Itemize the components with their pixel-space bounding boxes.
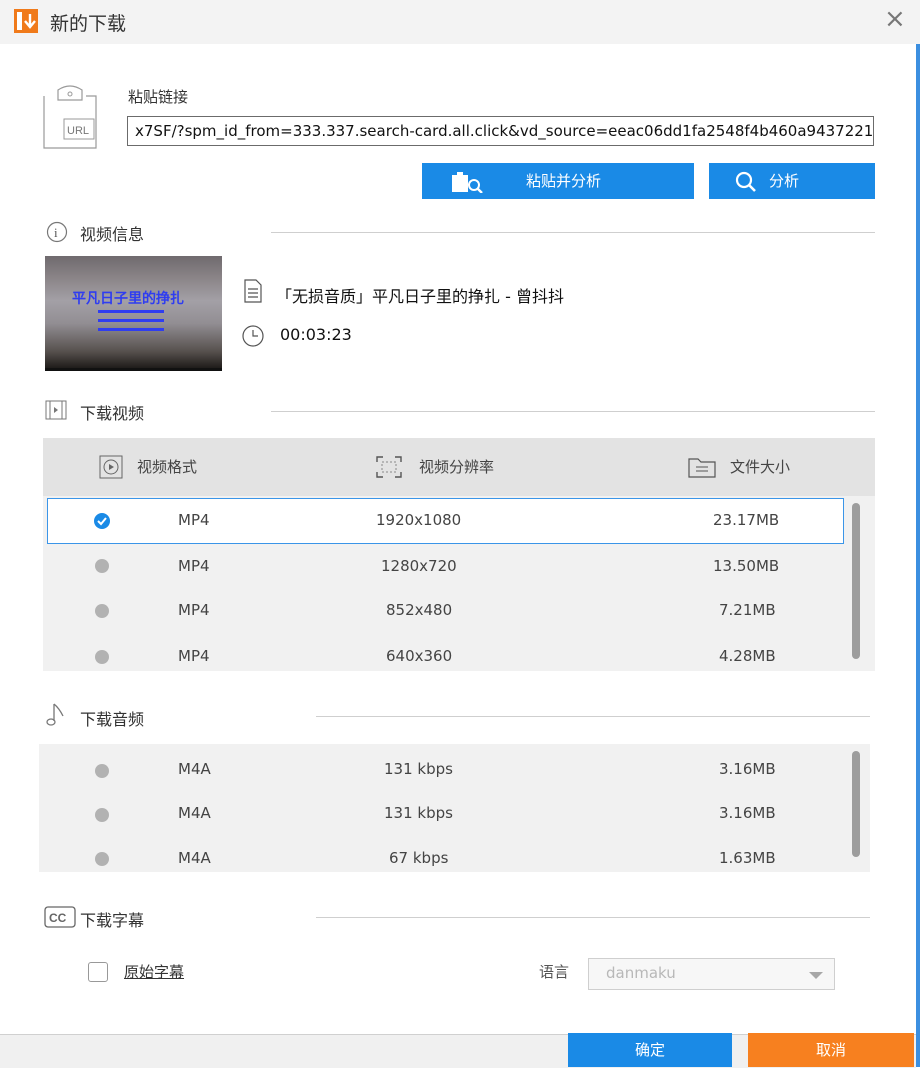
row-bitrate: 67 kbps [389,849,449,867]
confirm-button[interactable]: 确定 [568,1033,732,1067]
row-format: MP4 [178,601,210,619]
row-resolution: 852x480 [386,601,453,619]
original-subtitle-checkbox[interactable] [88,962,108,982]
url-document-icon: URL [42,84,102,154]
selected-check-icon[interactable] [94,513,110,529]
svg-text:i: i [54,225,58,240]
download-subtitles-title: 下载字幕 [80,911,145,930]
app-logo-icon [14,9,38,33]
language-label: 语言 [539,963,570,981]
radio-dot[interactable] [95,604,109,618]
close-button[interactable]: × [884,6,906,32]
language-select[interactable]: danmaku [588,958,835,990]
row-size: 13.50MB [713,557,780,575]
chevron-down-icon [809,972,823,979]
radio-dot[interactable] [95,559,109,573]
info-icon: i [46,221,68,247]
resolution-icon [376,456,402,482]
divider [271,232,875,233]
url-input[interactable]: x7SF/?spm_id_from=333.337.search-card.al… [127,116,874,146]
language-value: danmaku [606,964,676,982]
row-bitrate: 131 kbps [384,804,453,822]
title-bar [0,0,920,44]
row-format: M4A [178,760,211,778]
row-size: 1.63MB [719,849,776,867]
radio-dot[interactable] [95,808,109,822]
radio-dot[interactable] [95,764,109,778]
radio-dot[interactable] [95,650,109,664]
paste-link-label: 粘贴链接 [128,88,189,106]
row-size: 3.16MB [719,760,776,778]
header-format: 视频格式 [137,458,198,476]
row-resolution: 640x360 [386,647,453,665]
video-scrollbar[interactable] [852,503,860,659]
svg-text:CC: CC [49,911,67,925]
original-subtitle-label[interactable]: 原始字幕 [124,961,184,982]
cc-icon: CC [44,906,76,932]
download-video-title: 下载视频 [80,404,145,423]
header-size: 文件大小 [730,458,791,476]
svg-text:URL: URL [67,125,89,137]
audio-scrollbar[interactable] [852,751,860,857]
paste-analyze-label: 粘贴并分析 [526,172,602,190]
video-info-title: 视频信息 [80,225,145,244]
row-format: M4A [178,804,211,822]
music-note-icon [45,702,67,732]
folder-icon [688,456,716,482]
video-film-icon [45,399,67,425]
download-audio-title: 下载音频 [80,710,145,729]
thumbnail-credits [98,308,178,337]
video-duration: 00:03:23 [280,325,352,344]
thumbnail-title: 平凡日子里的挣扎 [72,291,184,307]
video-title: 「无损音质」平凡日子里的挣扎 - 曾抖抖 [276,287,564,306]
clipboard-search-icon [450,170,486,206]
window-title: 新的下载 [50,13,127,35]
row-size: 7.21MB [719,601,776,619]
row-format: MP4 [178,647,210,665]
divider [271,411,875,412]
row-size: 4.28MB [719,647,776,665]
divider [316,716,870,717]
row-resolution: 1920x1080 [376,511,462,529]
row-size: 23.17MB [713,511,780,529]
row-format: MP4 [178,557,210,575]
search-icon [735,170,759,206]
row-bitrate: 131 kbps [384,760,453,778]
analyze-button[interactable]: 分析 [709,163,875,199]
analyze-label: 分析 [769,172,800,190]
video-format-icon [99,455,123,483]
row-format: M4A [178,849,211,867]
clock-icon [241,324,265,352]
divider [316,917,870,918]
document-icon [243,279,263,307]
paste-analyze-button[interactable]: 粘贴并分析 [422,163,694,199]
cancel-button[interactable]: 取消 [748,1033,914,1067]
header-resolution: 视频分辨率 [419,458,495,476]
row-resolution: 1280x720 [381,557,457,575]
window-edge [916,44,920,1067]
row-format: MP4 [178,511,210,529]
radio-dot[interactable] [95,852,109,866]
row-size: 3.16MB [719,804,776,822]
